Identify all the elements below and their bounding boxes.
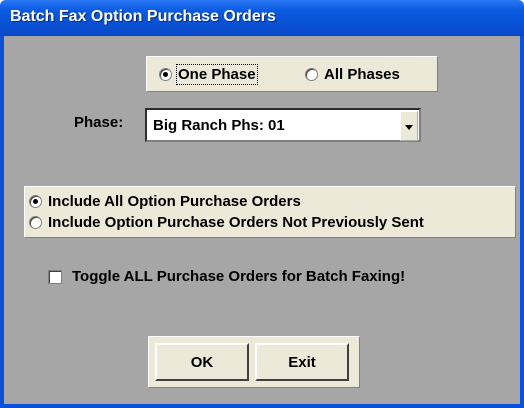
toggle-all-label: Toggle ALL Purchase Orders for Batch Fax… [72, 268, 406, 285]
chevron-down-icon[interactable] [400, 111, 418, 141]
exit-button[interactable]: Exit [255, 343, 349, 381]
phase-scope-panel: One Phase All Phases [146, 56, 438, 92]
radio-checked-icon [159, 68, 172, 81]
checkbox-unchecked-icon [48, 269, 62, 284]
all-phases-radio[interactable]: All Phases [305, 66, 400, 83]
window-title: Batch Fax Option Purchase Orders [10, 8, 276, 25]
radio-checked-icon [29, 195, 42, 208]
toggle-all-checkbox[interactable]: Toggle ALL Purchase Orders for Batch Fax… [48, 268, 405, 285]
one-phase-radio[interactable]: One Phase [159, 64, 258, 85]
exit-button-label: Exit [288, 353, 316, 371]
phase-dropdown-value: Big Ranch Phs: 01 [153, 117, 285, 134]
buttons-panel: OK Exit [148, 336, 360, 388]
ok-button-label: OK [190, 353, 214, 371]
phase-label: Phase: [74, 114, 124, 131]
include-not-sent-label: Include Option Purchase Orders Not Previ… [48, 214, 424, 231]
include-all-label: Include All Option Purchase Orders [48, 193, 301, 210]
include-not-sent-radio[interactable]: Include Option Purchase Orders Not Previ… [29, 214, 424, 231]
radio-unchecked-icon [305, 68, 318, 81]
dialog-client-area: One Phase All Phases Phase: Big Ranch Ph… [4, 36, 520, 404]
ok-button[interactable]: OK [155, 343, 249, 381]
one-phase-label: One Phase [176, 64, 258, 85]
phase-dropdown[interactable]: Big Ranch Phs: 01 [145, 108, 421, 142]
dialog-window: Batch Fax Option Purchase Orders One Pha… [0, 0, 524, 408]
po-filter-panel: Include All Option Purchase Orders Inclu… [24, 186, 516, 238]
title-bar[interactable]: Batch Fax Option Purchase Orders [0, 0, 524, 36]
all-phases-label: All Phases [324, 66, 400, 83]
include-all-radio[interactable]: Include All Option Purchase Orders [29, 193, 301, 210]
radio-unchecked-icon [29, 216, 42, 229]
